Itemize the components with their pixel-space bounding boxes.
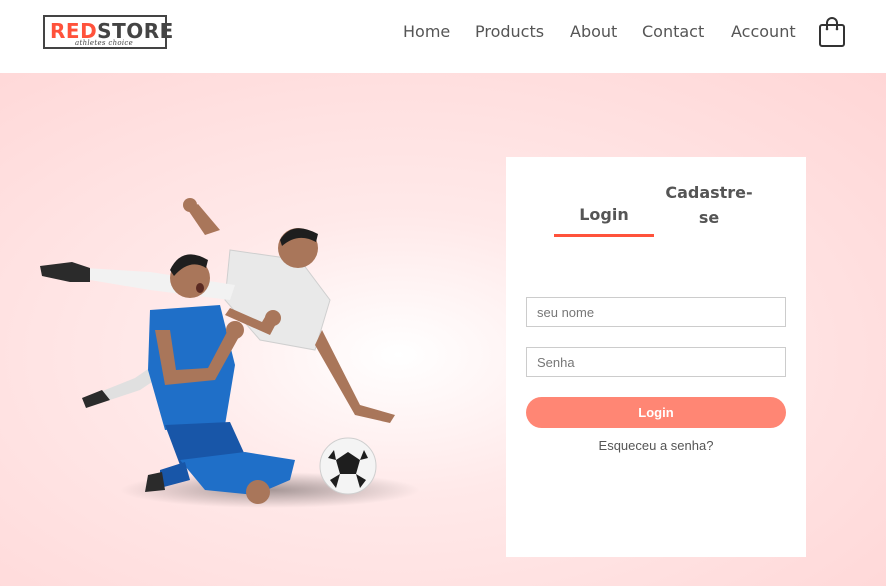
- login-button[interactable]: Login: [526, 397, 786, 428]
- football-players-image: [30, 190, 450, 520]
- nav-item-about[interactable]: About: [570, 22, 617, 41]
- logo-tagline: athletes choice: [75, 39, 134, 47]
- forgot-password-link[interactable]: Esqueceu a senha?: [526, 438, 786, 453]
- username-field[interactable]: [526, 297, 786, 327]
- tab-login[interactable]: Login: [558, 205, 650, 224]
- shopping-bag-icon[interactable]: [818, 16, 846, 48]
- tab-indicator: [554, 234, 654, 237]
- tab-register[interactable]: Cadastre-se: [660, 180, 758, 230]
- site-header: REDSTORE athletes choice Home Products A…: [0, 0, 886, 73]
- nav-item-account[interactable]: Account: [731, 22, 796, 41]
- nav-item-home[interactable]: Home: [403, 22, 450, 41]
- logo[interactable]: REDSTORE athletes choice: [43, 15, 173, 49]
- nav-item-contact[interactable]: Contact: [642, 22, 704, 41]
- nav-item-products[interactable]: Products: [475, 22, 544, 41]
- password-field[interactable]: [526, 347, 786, 377]
